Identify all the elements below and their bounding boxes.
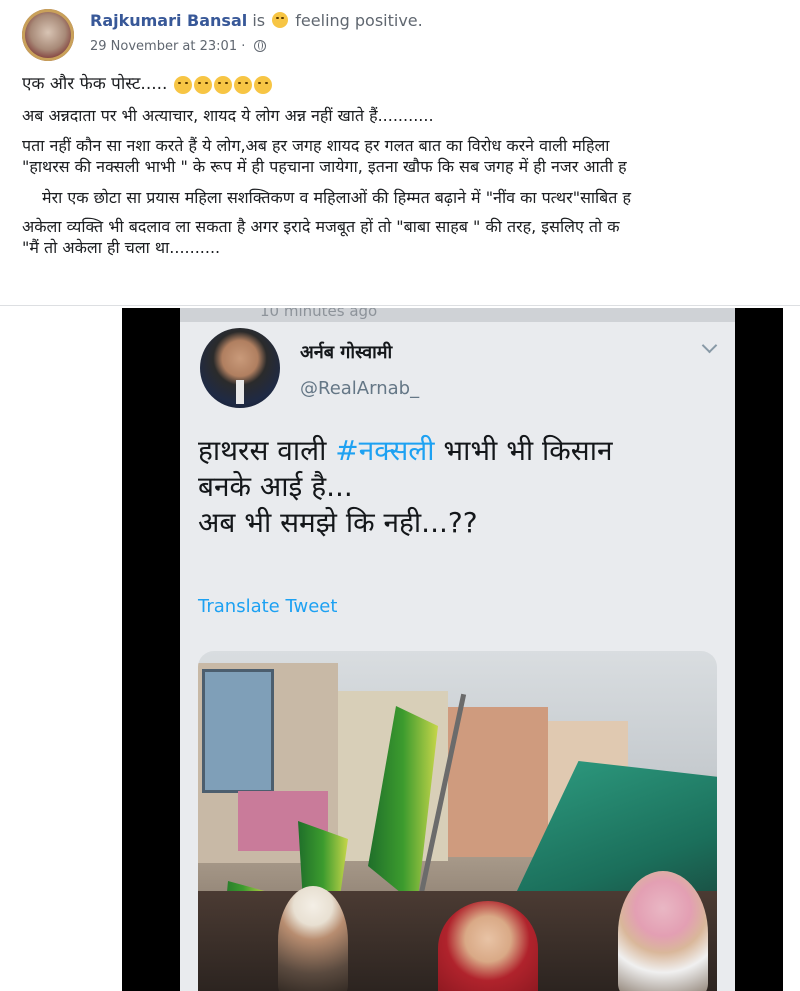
person-cap: [278, 886, 348, 991]
post-meta: 29 November at 23:01 ·: [90, 39, 266, 54]
status-text: 10 minutes ago: [260, 308, 378, 320]
tweet-line-3: अब भी समझे कि नही...??: [198, 506, 478, 539]
post-line-1: एक और फेक पोस्ट.....: [22, 72, 800, 99]
tweet-author-name: अर्नब गोस्वामी: [300, 342, 393, 363]
relieved-emoji-icon: [272, 12, 289, 28]
person-woman: [438, 901, 538, 991]
meta-separator: ·: [241, 39, 246, 54]
post-line-4: "हाथरस की नक्सली भाभी " के रूप में ही पह…: [22, 157, 627, 176]
tweet-author-handle: @RealArnab_: [300, 378, 420, 399]
tweet-body: हाथरस वाली #नक्सली भाभी भी किसान बनके आई…: [198, 433, 718, 541]
sign-board: [202, 669, 274, 793]
post-line-5: मेरा एक छोटा सा प्रयास महिला सशक्तिकण व …: [42, 188, 632, 207]
author-line: Rajkumari Bansal is feeling positive.: [90, 11, 423, 30]
tweet-line-1-pre: हाथरस वाली: [198, 434, 336, 467]
avatar[interactable]: [22, 9, 74, 61]
is-word: is: [252, 11, 266, 30]
post-timestamp-link[interactable]: 29 November at 23:01: [90, 39, 237, 54]
smiley-icon: [193, 76, 212, 94]
smiley-icon: [173, 76, 192, 94]
tweet-screenshot: 10 minutes ago अर्नब गोस्वामी @RealArnab…: [180, 308, 735, 991]
smiley-icon: [213, 76, 232, 94]
smiley-icon: [253, 76, 272, 94]
post-line-1-text: एक और फेक पोस्ट.....: [22, 74, 168, 94]
tweet-line-1: हाथरस वाली #नक्सली भाभी भी किसान: [198, 433, 718, 469]
tweet-avatar: [200, 328, 280, 408]
tweet-hashtag: #नक्सली: [335, 434, 435, 467]
translate-tweet-link: Translate Tweet: [198, 596, 338, 617]
status-strip: 10 minutes ago: [180, 308, 735, 322]
person-turban: [618, 871, 708, 991]
divider: [0, 305, 800, 306]
post-header: Rajkumari Bansal is feeling positive. 29…: [0, 0, 800, 68]
building: [448, 707, 548, 857]
author-name-link[interactable]: Rajkumari Bansal: [90, 11, 247, 30]
post-image[interactable]: 10 minutes ago अर्नब गोस्वामी @RealArnab…: [122, 308, 783, 991]
protest-photo: [198, 651, 717, 991]
chevron-down-icon: [701, 337, 718, 354]
post-text: एक और फेक पोस्ट..... अब अन्नदाता पर भी अ…: [22, 72, 800, 258]
post-line-3: पता नहीं कौन सा नशा करते हैं ये लोग,अब ह…: [22, 136, 610, 155]
post-line-6: अकेला व्यक्ति भी बदलाव ला सकता है अगर इर…: [22, 217, 620, 236]
tweet-line-2: बनके आई है...: [198, 470, 353, 503]
tweet-line-1-post: भाभी भी किसान: [434, 434, 613, 467]
post-line-7: "मैं तो अकेला ही चला था..........: [22, 238, 221, 257]
smiley-icon: [233, 76, 252, 94]
feeling-label: feeling positive.: [295, 11, 423, 30]
post-line-2: अब अन्नदाता पर भी अत्याचार, शायद ये लोग …: [22, 106, 434, 125]
smiley-emoji-row: [173, 75, 273, 99]
globe-icon[interactable]: [253, 40, 266, 52]
